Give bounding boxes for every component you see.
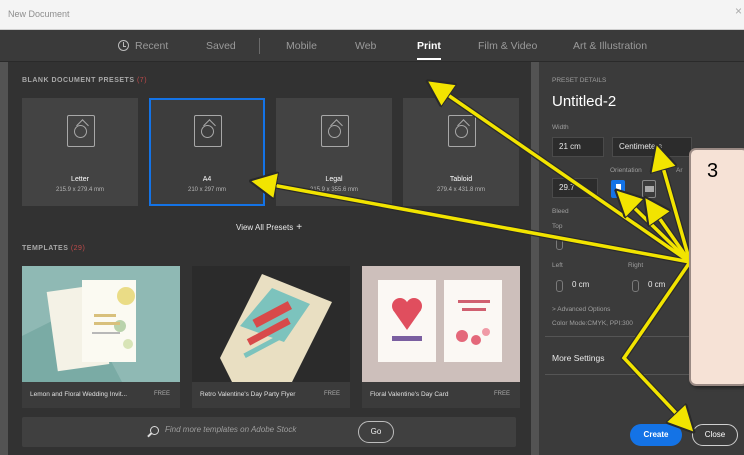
template-thumbnail [22,266,180,382]
floral-card-illustration [362,266,520,382]
preset-size: 215.9 x 355.6 mm [309,187,359,193]
view-all-presets-button[interactable]: View All Presets + [236,222,302,233]
bleed-right-stepper[interactable] [632,280,639,292]
landscape-orientation-button[interactable] [642,180,656,198]
preset-name: Letter [71,176,89,183]
template-card-retro-flyer[interactable]: Retro Valentine's Day Party Flyer FREE [192,266,350,408]
bleed-left-input[interactable]: 0 cm [566,276,618,296]
bleed-left-label: Left [552,262,563,269]
wedding-invite-illustration [22,266,180,382]
preset-name: A4 [202,176,212,183]
free-badge: FREE [323,391,340,397]
preset-name: Tabloid [449,176,473,183]
title-bar: New Document × [0,0,744,30]
orientation-label: Orientation [610,167,642,174]
height-input[interactable]: 29.7 [552,178,598,198]
bleed-top-stepper[interactable] [556,238,563,250]
step-callout-box: 3 [689,148,744,386]
template-card-floral-card[interactable]: Floral Valentine's Day Card FREE [362,266,520,408]
tab-print[interactable]: Print [417,40,441,52]
preset-details-heading: PRESET DETAILS [552,77,607,84]
blank-presets-count: (7) [136,77,148,84]
templates-count: (29) [70,245,86,252]
close-button[interactable]: Close [692,424,738,446]
tab-art-illustration[interactable]: Art & Illustration [573,40,647,52]
template-name: Lemon and Floral Wedding Invit... [30,391,128,398]
preset-size: 215.9 x 279.4 mm [55,187,105,193]
stock-search-input[interactable] [165,425,365,434]
free-badge: FREE [493,391,510,397]
preset-name: Legal [325,176,343,183]
go-button[interactable]: Go [358,421,394,443]
bleed-right-input[interactable]: 0 cm [642,276,688,296]
tab-recent[interactable]: Recent [118,40,168,52]
bleed-right-label: Right [628,262,644,269]
free-badge: FREE [153,391,170,397]
units-dropdown[interactable]: Centimeters [612,137,692,157]
portrait-orientation-button[interactable] [611,180,625,198]
template-thumbnail [192,266,350,382]
document-icon [67,115,95,147]
tab-web[interactable]: Web [355,40,376,52]
preset-tabloid[interactable]: Tabloid 279.4 x 431.8 mm [403,98,519,206]
document-icon [194,115,222,147]
advanced-options-toggle[interactable]: > Advanced Options [552,306,610,313]
step-number: 3 [707,160,719,182]
bleed-left-stepper[interactable] [556,280,563,292]
bleed-top-label: Top [552,223,563,230]
tab-mobile[interactable]: Mobile [286,40,317,52]
stock-search-bar: Go [22,417,516,447]
templates-heading: TEMPLATES (29) [22,245,85,252]
retro-flyer-illustration [192,266,350,382]
blank-presets-heading: BLANK DOCUMENT PRESETS (7) [22,77,147,84]
create-button[interactable]: Create [630,424,682,446]
tab-divider [259,38,260,54]
window-close-icon[interactable]: × [735,4,742,18]
plus-icon: + [296,222,303,233]
preset-size: 210 x 297 mm [187,187,227,193]
window-title: New Document [8,9,70,19]
view-all-presets-label: View All Presets [236,223,294,232]
document-icon [448,115,476,147]
templates-heading-text: TEMPLATES [22,245,69,252]
preset-letter[interactable]: Letter 215.9 x 279.4 mm [22,98,138,206]
preset-legal[interactable]: Legal 215.9 x 355.6 mm [276,98,392,206]
template-thumbnail [362,266,520,382]
template-name: Retro Valentine's Day Party Flyer [200,391,296,398]
new-document-dialog: New Document × Recent Saved Mobile Web P… [0,0,744,455]
artboards-label: Ar [676,167,683,174]
tab-film-video[interactable]: Film & Video [478,40,537,52]
template-name: Floral Valentine's Day Card [370,391,449,398]
color-mode-summary: Color Mode:CMYK, PPI:300 [552,320,633,327]
search-icon [150,426,159,435]
bleed-label: Bleed [552,208,569,215]
clock-icon [118,40,129,51]
more-settings-button[interactable]: More Settings [552,353,604,363]
category-tab-bar: Recent Saved Mobile Web Print Film & Vid… [0,30,744,62]
tab-recent-label: Recent [135,40,169,52]
preset-a4[interactable]: A4 210 x 297 mm [149,98,265,206]
width-label: Width [552,124,569,131]
document-name-field[interactable]: Untitled-2 [552,93,616,110]
template-card-wedding[interactable]: Lemon and Floral Wedding Invit... FREE [22,266,180,408]
blank-presets-heading-text: BLANK DOCUMENT PRESETS [22,77,135,84]
width-input[interactable]: 21 cm [552,137,604,157]
preset-size: 279.4 x 431.8 mm [436,187,486,193]
active-tab-indicator [417,58,441,60]
document-icon [321,115,349,147]
tab-saved[interactable]: Saved [206,40,236,52]
